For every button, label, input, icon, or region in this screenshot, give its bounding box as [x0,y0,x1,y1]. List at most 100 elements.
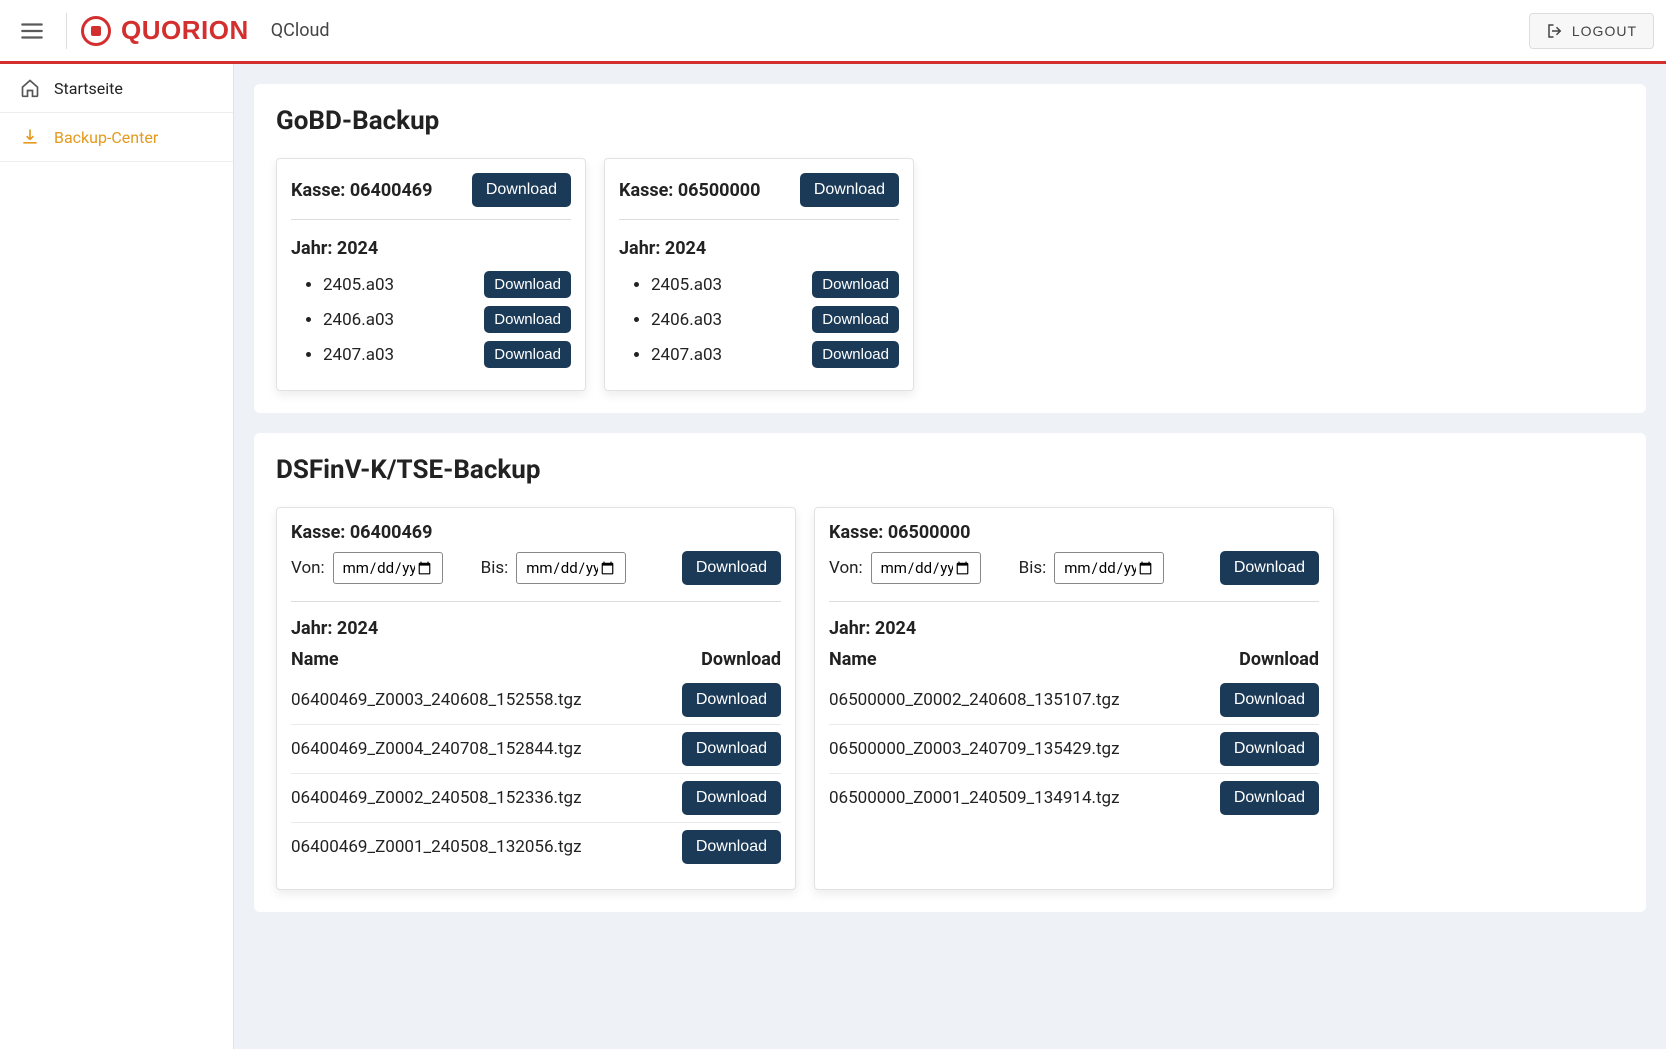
file-name: 06500000_Z0002_240608_135107.tgz [829,690,1120,710]
file-item: 2406.a03 Download [323,302,571,337]
download-kasse-button[interactable]: Download [472,173,571,207]
year-label: Jahr: 2024 [829,618,1319,639]
table-row: 06500000_Z0003_240709_135429.tgz Download [829,725,1319,774]
download-file-button[interactable]: Download [1220,781,1319,815]
table-row: 06400469_Z0003_240608_152558.tgz Download [291,676,781,725]
file-name: 06400469_Z0002_240508_152336.tgz [291,788,582,808]
von-date-input[interactable] [871,552,981,584]
table-header: Name Download [291,649,781,670]
kasse-label: Kasse: 06400469 [291,522,781,543]
sidebar: Startseite Backup-Center [0,64,234,1049]
download-kasse-button[interactable]: Download [800,173,899,207]
file-list: 2405.a03Download2406.a03Download2407.a03… [619,267,899,372]
dsfinv-panel: DSFinV-K/TSE-Backup Kasse: 06400469 Von: B… [254,433,1646,912]
gobd-kasse-card: Kasse: 06400469 Download Jahr: 2024 2405.a0… [276,158,586,391]
table-header: Name Download [829,649,1319,670]
dsfinv-title: DSFinV-K/TSE-Backup [276,455,1624,485]
sidebar-item-label: Backup-Center [54,128,158,147]
year-label: Jahr: 2024 [291,238,571,259]
download-file-button[interactable]: Download [1220,732,1319,766]
file-name: 2405.a03 [651,275,722,295]
file-item: 2406.a03 Download [651,302,899,337]
download-file-button[interactable]: Download [812,341,899,368]
download-file-button[interactable]: Download [812,306,899,333]
kasse-label: Kasse: 06400469 [291,180,432,201]
logout-icon [1546,22,1564,40]
bis-date-input[interactable] [1054,552,1164,584]
gobd-title: GoBD-Backup [276,106,1624,136]
download-file-button[interactable]: Download [682,781,781,815]
download-file-button[interactable]: Download [484,341,571,368]
table-row: 06400469_Z0001_240508_132056.tgz Download [291,823,781,871]
von-label: Von: [291,558,325,578]
file-name: 2407.a03 [651,345,722,365]
brand-name: QUORION [121,15,249,46]
file-name: 06400469_Z0001_240508_132056.tgz [291,837,582,857]
bis-label: Bis: [481,558,509,578]
dsfinv-kasse-card: Kasse: 06500000 Von: Bis: Download Jahr: 202… [814,507,1334,890]
file-list: 2405.a03Download2406.a03Download2407.a03… [291,267,571,372]
logout-button[interactable]: LOGOUT [1529,13,1654,49]
download-range-button[interactable]: Download [682,551,781,585]
product-name: QCloud [271,20,330,41]
download-file-button[interactable]: Download [812,271,899,298]
logout-label: LOGOUT [1572,23,1637,39]
file-name: 06400469_Z0004_240708_152844.tgz [291,739,582,759]
col-name: Name [829,649,877,670]
von-date-input[interactable] [333,552,443,584]
table-row: 06400469_Z0002_240508_152336.tgz Download [291,774,781,823]
divider [829,601,1319,602]
download-file-button[interactable]: Download [682,830,781,864]
gobd-kasse-card: Kasse: 06500000 Download Jahr: 2024 2405.a0… [604,158,914,391]
col-download: Download [701,649,781,670]
bis-date-input[interactable] [516,552,626,584]
file-name: 06400469_Z0003_240608_152558.tgz [291,690,582,710]
bis-label: Bis: [1019,558,1047,578]
file-name: 2405.a03 [323,275,394,295]
dsfinv-kasse-card: Kasse: 06400469 Von: Bis: Download Jahr: 202… [276,507,796,890]
kasse-label: Kasse: 06500000 [619,180,760,201]
file-item: 2407.a03 Download [651,337,899,372]
download-file-button[interactable]: Download [484,306,571,333]
main-content: GoBD-Backup Kasse: 06400469 Download Jahr:… [234,64,1666,1049]
table-row: 06500000_Z0001_240509_134914.tgz Download [829,774,1319,822]
sidebar-item-backup-center[interactable]: Backup-Center [0,113,233,162]
sidebar-item-startseite[interactable]: Startseite [0,64,233,113]
download-file-button[interactable]: Download [1220,683,1319,717]
download-file-button[interactable]: Download [682,732,781,766]
logo-area: QUORION QCloud [81,15,330,46]
date-range-row: Von: Bis: Download [829,551,1319,585]
table-row: 06500000_Z0002_240608_135107.tgz Download [829,676,1319,725]
sidebar-item-label: Startseite [54,79,123,98]
date-range-row: Von: Bis: Download [291,551,781,585]
file-item: 2407.a03 Download [323,337,571,372]
table-row: 06400469_Z0004_240708_152844.tgz Download [291,725,781,774]
file-name: 2406.a03 [651,310,722,330]
file-name: 2407.a03 [323,345,394,365]
card-header: Kasse: 06400469 Download [291,173,571,220]
download-file-button[interactable]: Download [484,271,571,298]
hamburger-icon [19,18,45,44]
card-header: Kasse: 06500000 Download [619,173,899,220]
download-icon [20,127,40,147]
kasse-label: Kasse: 06500000 [829,522,1319,543]
col-name: Name [291,649,339,670]
download-range-button[interactable]: Download [1220,551,1319,585]
file-name: 06500000_Z0003_240709_135429.tgz [829,739,1120,759]
file-item: 2405.a03 Download [651,267,899,302]
logo-mark-icon [81,16,111,46]
year-label: Jahr: 2024 [291,618,781,639]
vertical-separator [66,13,67,49]
divider [291,601,781,602]
von-label: Von: [829,558,863,578]
file-name: 06500000_Z0001_240509_134914.tgz [829,788,1120,808]
file-name: 2406.a03 [323,310,394,330]
menu-toggle-button[interactable] [12,11,52,51]
col-download: Download [1239,649,1319,670]
gobd-panel: GoBD-Backup Kasse: 06400469 Download Jahr:… [254,84,1646,413]
download-file-button[interactable]: Download [682,683,781,717]
file-item: 2405.a03 Download [323,267,571,302]
home-icon [20,78,40,98]
year-label: Jahr: 2024 [619,238,899,259]
topbar: QUORION QCloud LOGOUT [0,0,1666,64]
